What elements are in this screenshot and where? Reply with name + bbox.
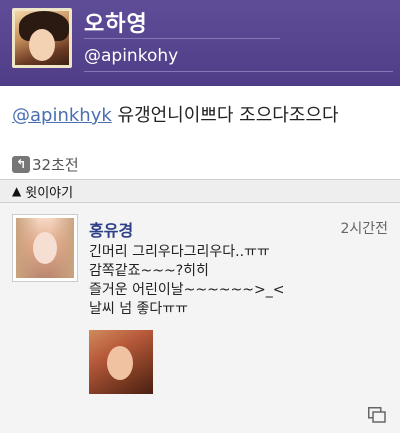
tweet-message: 유갱언니이쁘다 조으다조으다 bbox=[111, 105, 339, 126]
thread-toggle[interactable]: ▲ 윗이야기 bbox=[0, 179, 400, 203]
tweet-timestamp: 32초전 bbox=[32, 155, 79, 174]
header-divider-bottom bbox=[84, 71, 393, 72]
avatar-face bbox=[29, 29, 55, 61]
reply-line: 즐거운 어린이날~~~~~~>_< bbox=[89, 282, 285, 298]
reply-author-name[interactable]: 홍유경 bbox=[89, 217, 133, 241]
reply-line: 날씨 넘 좋다ㅠㅠ bbox=[89, 301, 189, 317]
photo-face bbox=[107, 346, 133, 380]
gallery-icon[interactable] bbox=[368, 407, 386, 423]
reply-avatar[interactable] bbox=[13, 215, 77, 281]
reply-timestamp: 2시간전 bbox=[340, 221, 388, 237]
header-divider bbox=[84, 38, 280, 39]
profile-avatar[interactable] bbox=[12, 8, 72, 68]
triangle-up-icon: ▲ bbox=[12, 184, 22, 198]
tweet-text: @apinkhyk 유갱언니이쁘다 조으다조으다 bbox=[12, 104, 392, 128]
reply-text: 긴머리 그리우다그리우다..ㅠㅠ 감쪽같죠~~~?히히 즐거운 어린이날~~~~… bbox=[89, 243, 389, 319]
reply-photo-thumbnail[interactable] bbox=[89, 330, 153, 394]
tweet-mention-link[interactable]: @apinkhyk bbox=[12, 105, 112, 126]
reply-line: 감쪽같죠~~~?히히 bbox=[89, 263, 209, 279]
profile-name[interactable]: 오하영 bbox=[84, 6, 148, 38]
retweet-row: ↰ 32초전 bbox=[12, 155, 79, 174]
profile-handle[interactable]: @apinkohy bbox=[84, 46, 178, 66]
profile-header: 오하영 @apinkohy bbox=[0, 0, 400, 86]
reply-item: 홍유경 2시간전 긴머리 그리우다그리우다..ㅠㅠ 감쪽같죠~~~?히히 즐거운… bbox=[0, 203, 400, 433]
retweet-icon[interactable]: ↰ bbox=[12, 155, 30, 173]
reply-line: 긴머리 그리우다그리우다..ㅠㅠ bbox=[89, 244, 270, 260]
thread-label: 윗이야기 bbox=[25, 185, 74, 201]
reply-avatar-face bbox=[33, 232, 57, 264]
